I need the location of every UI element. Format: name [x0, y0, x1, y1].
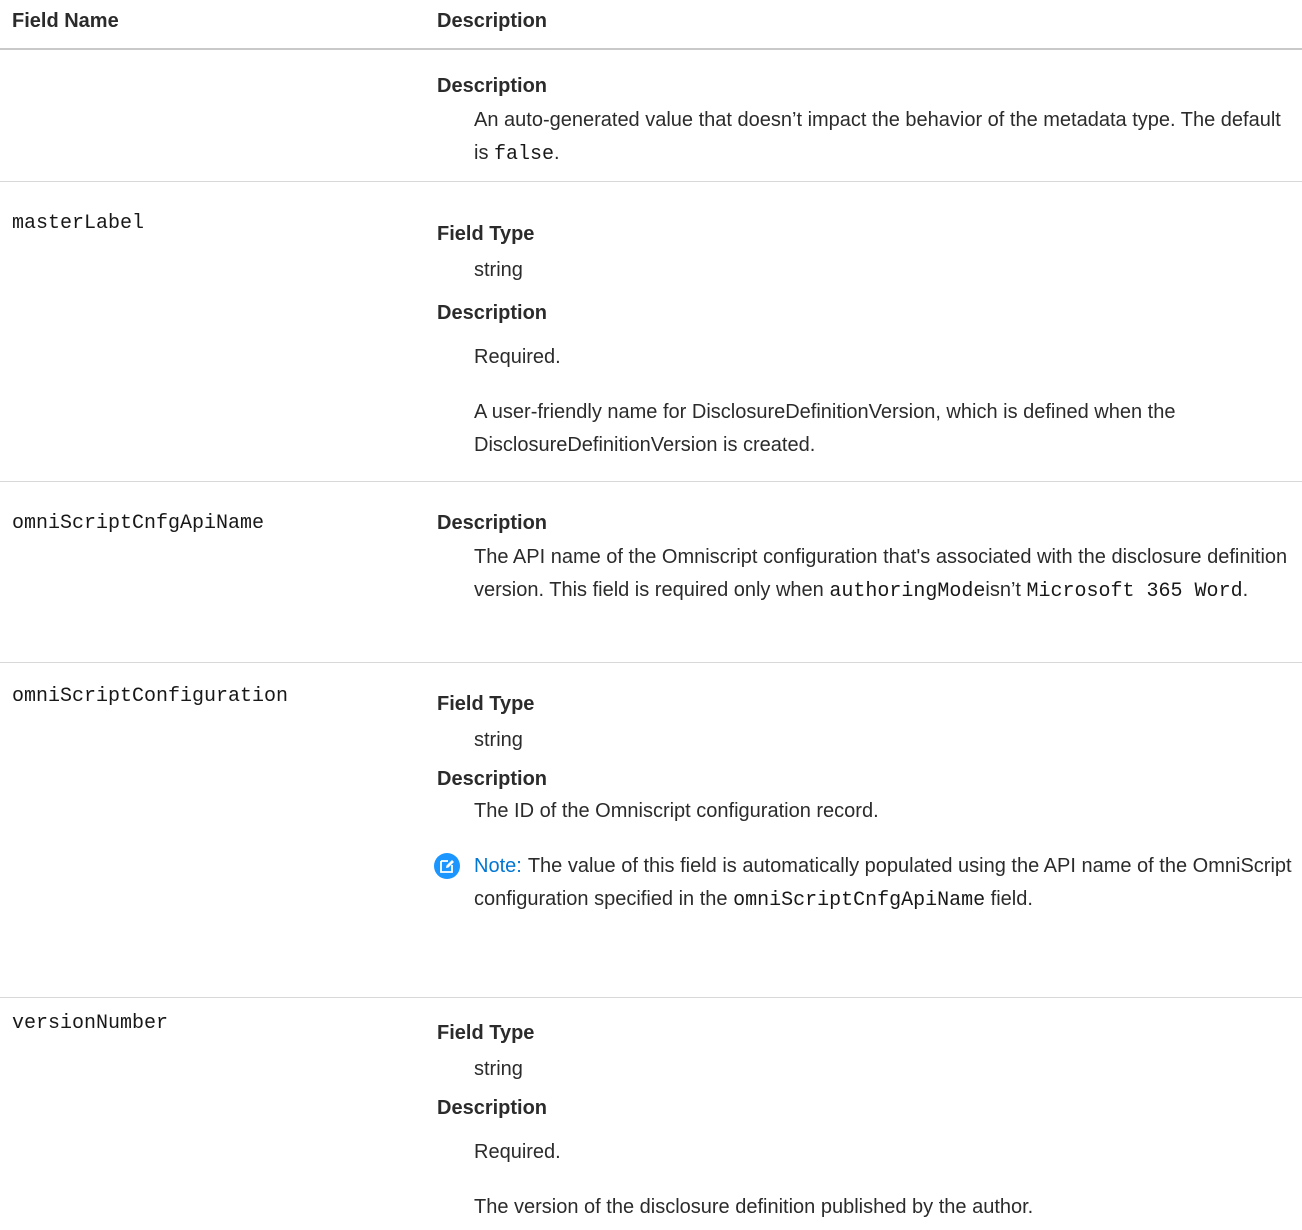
field-type-value: string	[474, 1058, 523, 1080]
field-type-value: string	[474, 259, 523, 281]
description-cell: Field Type string Description Required. …	[437, 220, 1292, 462]
edit-note-icon	[434, 853, 460, 879]
description-cell: Field Type string Description The ID of …	[434, 690, 1292, 917]
description-text: An auto-generated value that doesn’t imp…	[474, 109, 1281, 166]
description-text: Required.	[474, 346, 561, 368]
description-text: The API name of the Omniscript configura…	[474, 546, 1288, 603]
field-type-value: string	[474, 729, 523, 751]
field-type-label: Field Type	[437, 693, 535, 715]
description-cell: Description The API name of the Omniscri…	[437, 509, 1292, 608]
table-row: Description An auto-generated value that…	[0, 50, 1302, 182]
inline-code: false	[494, 143, 555, 166]
description-cell: Description An auto-generated value that…	[437, 72, 1292, 171]
table-header: Field Name Description	[0, 0, 1302, 50]
field-type-label: Field Type	[437, 1022, 535, 1044]
field-name: omniScriptCnfgApiName	[12, 512, 265, 535]
inline-code: Microsoft 365 Word	[1026, 580, 1243, 603]
table-row: masterLabel Field Type string Descriptio…	[0, 182, 1302, 482]
description-text: The ID of the Omniscript configuration r…	[474, 800, 879, 822]
description-text: A user-friendly name for DisclosureDefin…	[474, 401, 1176, 456]
description-label: Description	[437, 302, 548, 324]
description-label: Description	[437, 512, 548, 534]
description-label: Description	[437, 768, 548, 790]
description-text: Required.	[474, 1141, 561, 1163]
description-text: The version of the disclosure definition…	[474, 1196, 1034, 1218]
inline-code: authoringMode	[829, 580, 986, 603]
field-name: versionNumber	[12, 1012, 169, 1035]
description-label: Description	[437, 75, 548, 97]
field-type-label: Field Type	[437, 223, 535, 245]
field-name: omniScriptConfiguration	[12, 685, 289, 708]
table-row: versionNumber Field Type string Descript…	[0, 998, 1302, 1230]
note-label: Note:	[474, 855, 522, 877]
inline-code: omniScriptCnfgApiName	[733, 889, 986, 912]
description-label: Description	[437, 1097, 548, 1119]
table-row: omniScriptConfiguration Field Type strin…	[0, 663, 1302, 998]
description-cell: Field Type string Description Required. …	[437, 1019, 1292, 1224]
note-callout: Note: The value of this field is automati…	[434, 850, 1292, 917]
table-row: omniScriptCnfgApiName Description The AP…	[0, 482, 1302, 663]
description-column-header: Description	[437, 10, 548, 32]
field-name-column-header: Field Name	[12, 10, 119, 32]
field-name: masterLabel	[12, 212, 145, 235]
